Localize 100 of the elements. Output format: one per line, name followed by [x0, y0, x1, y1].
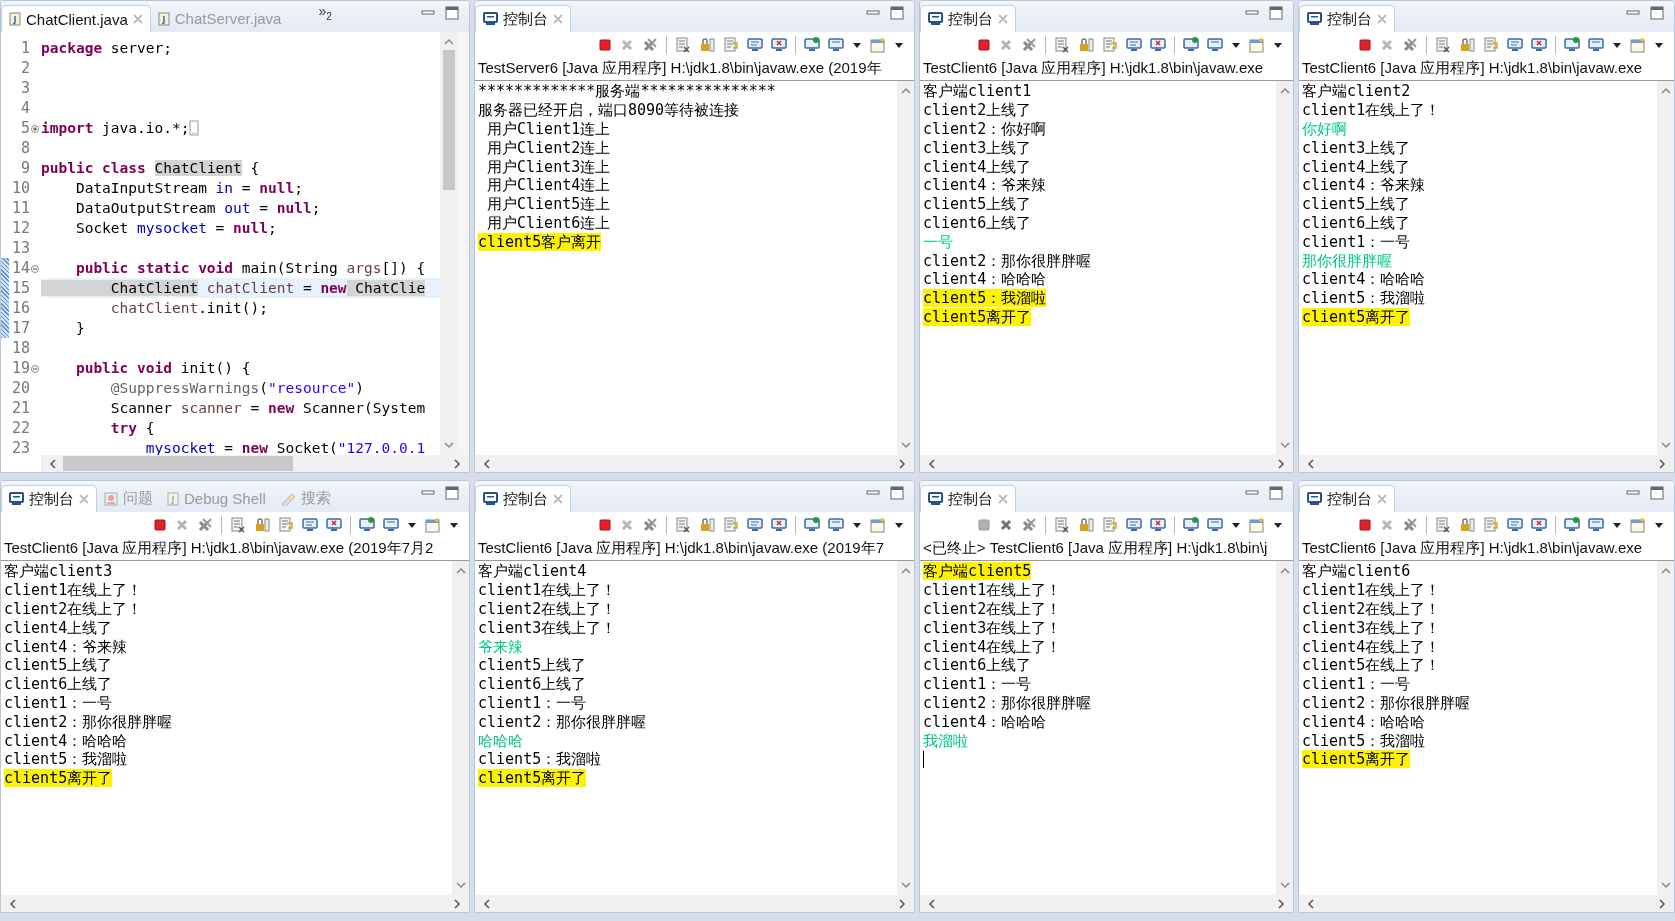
maximize-icon[interactable] — [890, 485, 904, 500]
horizontal-scrollbar[interactable] — [1299, 895, 1674, 912]
scroll-down-icon[interactable] — [1278, 439, 1291, 451]
expand-icon[interactable] — [31, 125, 39, 133]
vertical-scrollbar[interactable] — [1657, 81, 1674, 455]
scroll-down-icon[interactable] — [1659, 439, 1672, 451]
word-wrap-icon[interactable] — [1483, 517, 1499, 533]
pin-icon[interactable] — [1183, 517, 1199, 533]
horizontal-scrollbar[interactable] — [475, 455, 914, 472]
clear-icon[interactable] — [675, 517, 691, 533]
scroll-right-icon[interactable] — [1275, 457, 1287, 470]
scroll-left-icon[interactable] — [7, 897, 19, 910]
console-out-icon[interactable] — [747, 37, 763, 53]
clear-icon[interactable] — [1435, 37, 1451, 53]
dropdown-icon[interactable] — [1231, 41, 1241, 49]
vertical-scrollbar[interactable] — [897, 561, 914, 895]
remove-all-icon[interactable] — [1021, 37, 1037, 53]
lock-icon[interactable] — [699, 517, 715, 533]
display-icon[interactable] — [383, 517, 399, 533]
console-err-icon[interactable] — [1531, 37, 1547, 53]
stop-icon[interactable] — [153, 518, 167, 532]
dropdown-icon[interactable] — [1612, 521, 1622, 529]
minimize-icon[interactable] — [1245, 7, 1259, 18]
tab[interactable]: 控制台 — [475, 485, 571, 512]
scroll-down-icon[interactable] — [899, 439, 912, 451]
stop-icon[interactable] — [598, 518, 612, 532]
display-icon[interactable] — [1588, 517, 1604, 533]
scroll-down-icon[interactable] — [454, 879, 467, 891]
tab[interactable]: ChatClient.java — [1, 5, 151, 32]
scroll-right-icon[interactable] — [451, 457, 463, 470]
display-icon[interactable] — [828, 37, 844, 53]
horizontal-scrollbar[interactable] — [475, 895, 914, 912]
remove-icon[interactable] — [999, 518, 1013, 532]
close-icon[interactable] — [1377, 494, 1387, 504]
remove-all-icon[interactable] — [1021, 517, 1037, 533]
dropdown-icon[interactable] — [1231, 521, 1241, 529]
lock-icon[interactable] — [699, 37, 715, 53]
maximize-icon[interactable] — [1269, 5, 1283, 20]
dropdown-icon[interactable] — [1654, 521, 1664, 529]
dropdown-icon[interactable] — [852, 521, 862, 529]
scroll-left-icon[interactable] — [1305, 897, 1317, 910]
pin-icon[interactable] — [1564, 37, 1580, 53]
dropdown-icon[interactable] — [894, 41, 904, 49]
console-out-icon[interactable] — [302, 517, 318, 533]
scroll-left-icon[interactable] — [47, 457, 59, 470]
scroll-down-icon[interactable] — [1659, 879, 1672, 891]
minimize-icon[interactable] — [866, 487, 880, 498]
tab[interactable]: 控制台 — [920, 5, 1016, 32]
scroll-left-icon[interactable] — [926, 897, 938, 910]
word-wrap-icon[interactable] — [278, 517, 294, 533]
maximize-icon[interactable] — [1650, 485, 1664, 500]
dropdown-icon[interactable] — [1273, 41, 1283, 49]
maximize-icon[interactable] — [445, 5, 459, 20]
tab[interactable]: 控制台 — [1, 485, 97, 512]
remove-all-icon[interactable] — [642, 37, 658, 53]
remove-icon[interactable] — [620, 518, 634, 532]
stop-icon[interactable] — [1358, 518, 1372, 532]
console-out-icon[interactable] — [1507, 37, 1523, 53]
minimize-icon[interactable] — [421, 487, 435, 498]
tab[interactable]: 控制台 — [920, 485, 1016, 512]
tab[interactable]: 控制台 — [475, 5, 571, 32]
dropdown-icon[interactable] — [1273, 521, 1283, 529]
maximize-icon[interactable] — [1269, 485, 1283, 500]
console-err-icon[interactable] — [326, 517, 342, 533]
console-err-icon[interactable] — [771, 37, 787, 53]
pin-icon[interactable] — [1564, 517, 1580, 533]
stop-icon[interactable] — [977, 38, 991, 52]
display-icon[interactable] — [828, 517, 844, 533]
minimize-icon[interactable] — [1626, 7, 1640, 18]
new-window-icon[interactable] — [1249, 517, 1265, 533]
scroll-left-icon[interactable] — [481, 457, 493, 470]
scroll-left-icon[interactable] — [481, 897, 493, 910]
clear-icon[interactable] — [675, 37, 691, 53]
word-wrap-icon[interactable] — [1102, 517, 1118, 533]
horizontal-scrollbar[interactable] — [1299, 455, 1674, 472]
close-icon[interactable] — [1377, 14, 1387, 24]
console-out-icon[interactable] — [1126, 37, 1142, 53]
collapse-icon[interactable] — [31, 265, 39, 273]
close-icon[interactable] — [553, 14, 563, 24]
scroll-left-icon[interactable] — [926, 457, 938, 470]
new-window-icon[interactable] — [1249, 37, 1265, 53]
dropdown-icon[interactable] — [407, 521, 417, 529]
maximize-icon[interactable] — [1650, 5, 1664, 20]
display-icon[interactable] — [1207, 517, 1223, 533]
scroll-left-icon[interactable] — [1305, 457, 1317, 470]
lock-icon[interactable] — [1078, 517, 1094, 533]
remove-all-icon[interactable] — [642, 517, 658, 533]
minimize-icon[interactable] — [1245, 487, 1259, 498]
console-err-icon[interactable] — [771, 517, 787, 533]
overflow-button[interactable]: »$_{2}$ — [318, 3, 332, 30]
vertical-scrollbar[interactable] — [1276, 81, 1293, 455]
console-out-icon[interactable] — [747, 517, 763, 533]
new-window-icon[interactable] — [1630, 37, 1646, 53]
close-icon[interactable] — [79, 494, 89, 504]
dropdown-icon[interactable] — [1654, 41, 1664, 49]
new-window-icon[interactable] — [870, 37, 886, 53]
display-icon[interactable] — [1207, 37, 1223, 53]
scroll-right-icon[interactable] — [1656, 457, 1668, 470]
collapse-icon[interactable] — [31, 365, 39, 373]
tab[interactable]: 控制台 — [1299, 5, 1395, 32]
